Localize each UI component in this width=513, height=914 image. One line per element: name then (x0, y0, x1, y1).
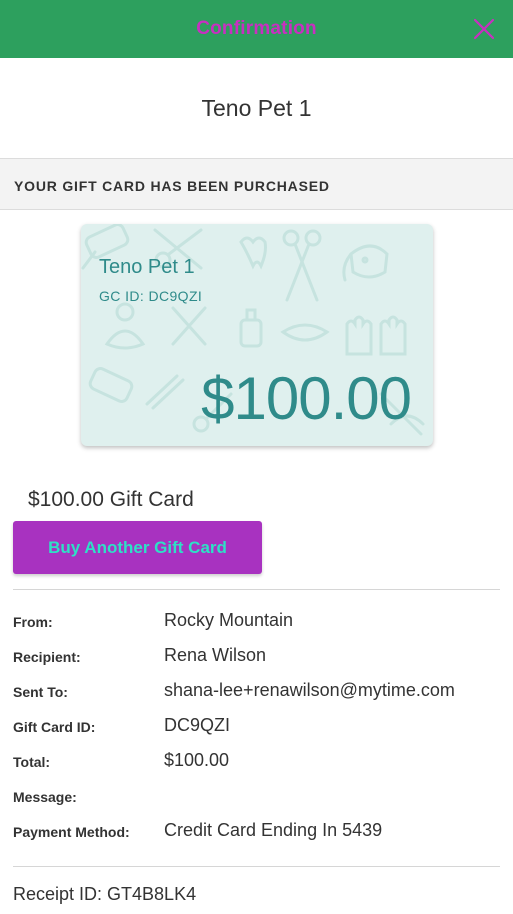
detail-row-total: Total: $100.00 (13, 749, 503, 775)
detail-label: Payment Method: (13, 824, 130, 840)
gift-card-image: Teno Pet 1 GC ID: DC9QZI $100.00 (81, 224, 433, 446)
buy-another-gift-card-button[interactable]: Buy Another Gift Card (13, 521, 262, 574)
detail-label: Message: (13, 789, 77, 805)
buy-button-label: Buy Another Gift Card (48, 538, 227, 557)
detail-label: Sent To: (13, 684, 68, 700)
header-bar: Confirmation (0, 0, 513, 58)
receipt-id: Receipt ID: GT4B8LK4 (13, 884, 197, 904)
close-button[interactable] (469, 14, 499, 44)
detail-label: Recipient: (13, 649, 81, 665)
detail-value: shana-lee+renawilson@mytime.com (164, 680, 455, 700)
detail-label: Total: (13, 754, 51, 770)
detail-label: From: (13, 614, 53, 630)
detail-row-payment-method: Payment Method: Credit Card Ending In 54… (13, 819, 503, 845)
detail-value: Rocky Mountain (164, 610, 294, 630)
purchase-banner: YOUR GIFT CARD HAS BEEN PURCHASED (0, 158, 513, 210)
detail-row-gift-card-id: Gift Card ID: DC9QZI (13, 714, 503, 740)
purchase-banner-text: YOUR GIFT CARD HAS BEEN PURCHASED (14, 178, 330, 194)
merchant-name: Teno Pet 1 (201, 95, 312, 121)
gift-card-id: GC ID: DC9QZI (99, 288, 203, 304)
divider (13, 866, 500, 867)
gift-card-amount: $100.00 (201, 365, 412, 432)
detail-value: $100.00 (164, 750, 230, 770)
detail-row-sent-to: Sent To: shana-lee+renawilson@mytime.com (13, 679, 503, 705)
detail-label: Gift Card ID: (13, 719, 96, 735)
gift-card-merchant: Teno Pet 1 (99, 256, 195, 278)
detail-row-message: Message: (13, 784, 503, 810)
detail-row-recipient: Recipient: Rena Wilson (13, 644, 503, 670)
detail-value: Rena Wilson (164, 645, 267, 665)
close-icon (473, 18, 495, 40)
detail-value: Credit Card Ending In 5439 (164, 820, 383, 840)
divider (13, 589, 500, 590)
gift-card-label: $100.00 Gift Card (28, 488, 194, 511)
detail-row-from: From: Rocky Mountain (13, 609, 503, 635)
detail-value: DC9QZI (164, 715, 231, 735)
page-title: Confirmation (196, 18, 317, 39)
